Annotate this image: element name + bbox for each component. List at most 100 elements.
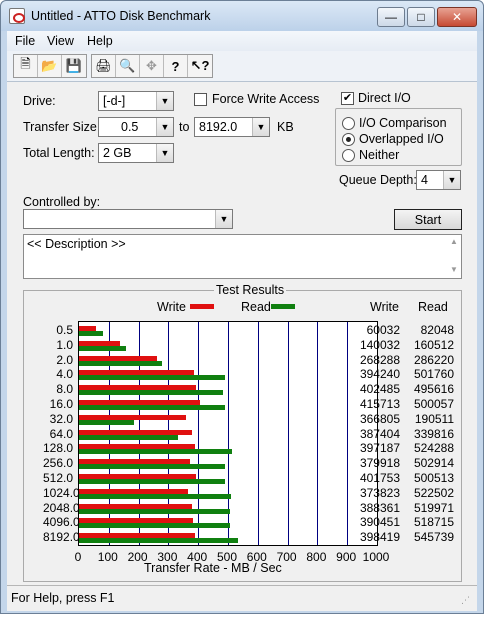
read-value: 500513 [413,471,454,485]
save-icon[interactable]: 💾 [62,55,86,77]
total-length-combo[interactable]: 2 GB ▼ [98,143,174,163]
toolbar: 🗎 📂 💾 🖨 🔍 ✥ ? ↖? [7,51,477,81]
read-value: 502914 [413,456,454,471]
read-bar [79,538,238,544]
drive-label: Drive: [23,94,56,108]
chevron-down-icon: ▼ [156,144,173,162]
minimize-button[interactable]: — [377,7,405,27]
legend-read-swatch [271,304,295,309]
x-tick-label: 1000 [362,550,390,564]
context-help-icon[interactable]: ↖? [188,55,212,77]
y-tick-label: 2.0 [56,352,73,367]
write-value: 268288 [359,352,400,367]
menu-file[interactable]: File [15,34,35,48]
read-bar [79,405,225,410]
read-value: 339816 [413,426,454,441]
controlled-by-label: Controlled by: [23,195,101,209]
legend-write-swatch [190,304,214,309]
client-area: Drive: [-d-] ▼ Force Write Access ✔ Dire… [7,81,477,585]
y-tick-label: 4096.0 [43,515,80,530]
read-value: 495616 [413,382,454,397]
atto-app-icon [9,8,25,24]
total-length-label: Total Length: [23,146,95,160]
direct-io-label: Direct I/O [358,91,411,105]
write-value: 387404 [359,426,400,441]
radio-neither[interactable] [342,149,355,162]
queue-depth-combo[interactable]: 4 ▼ [416,170,461,190]
test-results-group: Test Results Write Read Write Read Trans… [23,283,462,582]
write-value: 140032 [359,337,400,352]
test-results-title: Test Results [214,283,287,297]
read-bar [79,493,232,499]
description-box[interactable]: << Description >> ▲ ▼ [23,234,462,279]
write-value: 394240 [359,367,400,382]
y-tick-label: 64.0 [49,426,73,441]
controlled-by-combo[interactable]: ▼ [23,209,233,229]
resize-grip-icon[interactable]: ⋰ [461,595,470,606]
direct-io-checkbox[interactable]: ✔ [341,92,354,105]
print-preview-icon[interactable]: 🔍 [116,55,140,77]
scroll-down-icon[interactable]: ▼ [450,265,458,274]
y-tick-label: 1.0 [56,337,73,352]
y-tick-label: 128.0 [43,441,74,456]
read-bar [79,360,163,366]
chevron-down-icon: ▼ [443,171,460,189]
write-value: 366805 [359,411,400,426]
transfer-size-from-combo[interactable]: 0.5 ▼ [98,117,174,137]
read-value: 82048 [420,323,454,337]
read-bar [79,419,135,425]
help-icon[interactable]: ? [164,55,188,77]
write-value: 373823 [359,485,400,500]
y-tick-label: 1024.0 [43,485,80,500]
status-bar: For Help, press F1 ⋰ [7,585,477,611]
y-tick-label: 2048.0 [43,500,80,515]
read-value: 522502 [413,485,454,500]
title-bar[interactable]: Untitled - ATTO Disk Benchmark — □ ✕ [1,1,483,31]
gridline [287,322,289,545]
drive-value: [-d-] [103,94,126,108]
y-tick-label: 512.0 [43,471,74,485]
y-tick-label: 8192.0 [43,530,80,545]
io-comparison-label: I/O Comparison [359,116,447,130]
transfer-size-to-value: 8192.0 [199,120,238,134]
read-value: 286220 [413,352,454,367]
y-tick-label: 256.0 [43,456,74,471]
queue-depth-value: 4 [421,173,428,187]
radio-overlapped-io[interactable] [342,133,355,146]
radio-io-comparison[interactable] [342,117,355,130]
main-window: Untitled - ATTO Disk Benchmark — □ ✕ Fil… [0,0,484,614]
read-bar [79,479,225,484]
toolbar-group: 🗎 📂 💾 [13,54,87,78]
close-button[interactable]: ✕ [437,7,477,27]
force-write-access-checkbox[interactable] [194,93,207,106]
read-value: 190511 [414,411,454,426]
queue-depth-label: Queue Depth: [339,173,417,187]
write-value: 390451 [359,515,400,530]
new-icon[interactable]: 🗎 [14,55,38,77]
chevron-down-icon: ▼ [156,92,173,110]
start-button[interactable]: Start [394,209,462,230]
y-tick-label: 16.0 [49,397,73,411]
description-text: << Description >> [27,237,126,251]
read-value: 501760 [413,367,454,382]
write-value: 401753 [359,471,400,485]
gridline [257,322,259,545]
scroll-up-icon[interactable]: ▲ [450,237,458,246]
read-value: 545739 [413,530,454,545]
bar-chart-plot [78,321,378,546]
move-icon[interactable]: ✥ [140,55,164,77]
menu-view[interactable]: View [47,34,74,48]
gridline [317,322,319,545]
neither-label: Neither [359,148,400,162]
maximize-button[interactable]: □ [407,7,435,27]
total-length-value: 2 GB [103,146,132,160]
open-icon[interactable]: 📂 [38,55,62,77]
drive-combo[interactable]: [-d-] ▼ [98,91,174,111]
gridline [347,322,349,545]
read-bar [79,464,226,470]
menu-help[interactable]: Help [87,34,113,48]
transfer-size-to-combo[interactable]: 8192.0 ▼ [194,117,270,137]
y-tick-label: 0.5 [56,323,73,337]
print-icon[interactable]: 🖨 [92,55,116,77]
kb-label: KB [277,120,294,134]
